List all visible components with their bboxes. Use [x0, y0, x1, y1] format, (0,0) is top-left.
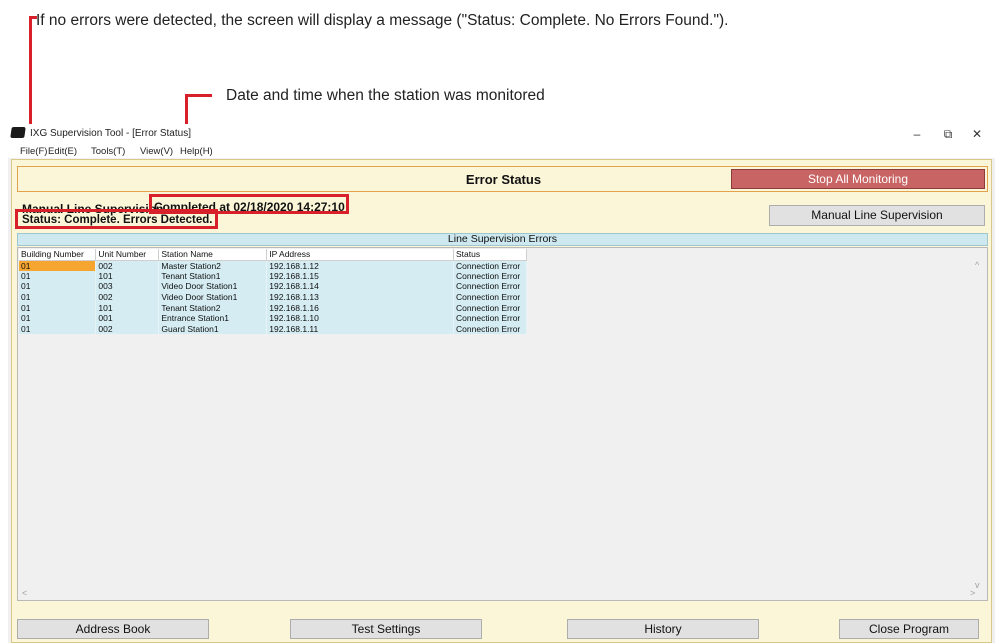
- cell-building[interactable]: 01: [19, 260, 97, 271]
- menu-edit[interactable]: Edit(E): [48, 146, 77, 157]
- timestamp-highlight-box: [149, 194, 349, 214]
- menu-file[interactable]: File(F): [20, 146, 47, 157]
- cell-building[interactable]: 01: [19, 291, 97, 303]
- table-row[interactable]: 01 002 Guard Station1 192.168.1.11 Conne…: [19, 323, 527, 335]
- cell-station[interactable]: Master Station2: [158, 260, 268, 271]
- menu-help[interactable]: Help(H): [180, 146, 213, 157]
- cell-unit[interactable]: 001: [95, 312, 160, 324]
- window-title: IXG Supervision Tool - [Error Status]: [30, 128, 191, 139]
- vertical-scrollbar[interactable]: ^ v: [973, 260, 985, 590]
- cell-unit[interactable]: 101: [95, 270, 160, 282]
- table-row[interactable]: 01 002 Video Door Station1 192.168.1.13 …: [19, 291, 527, 303]
- cell-building[interactable]: 01: [19, 281, 97, 292]
- cell-unit[interactable]: 002: [95, 323, 160, 335]
- cell-unit[interactable]: 003: [95, 281, 160, 292]
- cell-ip[interactable]: 192.168.1.15: [266, 270, 455, 282]
- column-header-building[interactable]: Building Number: [19, 249, 97, 261]
- cell-status[interactable]: Connection Error: [453, 270, 527, 282]
- table-header-row: Building Number Unit Number Station Name…: [19, 249, 527, 261]
- column-header-station[interactable]: Station Name: [158, 249, 268, 261]
- cell-building[interactable]: 01: [19, 270, 97, 282]
- table-row[interactable]: 01 101 Tenant Station1 192.168.1.15 Conn…: [19, 270, 527, 282]
- test-settings-button[interactable]: Test Settings: [290, 619, 482, 639]
- cell-station[interactable]: Tenant Station2: [158, 302, 268, 313]
- cell-unit[interactable]: 002: [95, 260, 160, 271]
- table-row[interactable]: 01 101 Tenant Station2 192.168.1.16 Conn…: [19, 302, 527, 313]
- annotation-line: [185, 94, 212, 97]
- cell-status[interactable]: Connection Error: [453, 260, 527, 271]
- manual-line-supervision-button[interactable]: Manual Line Supervision: [769, 205, 985, 226]
- scroll-down-icon[interactable]: v: [975, 580, 980, 590]
- cell-station[interactable]: Tenant Station1: [158, 270, 268, 282]
- stop-all-monitoring-button[interactable]: Stop All Monitoring: [731, 169, 985, 189]
- column-header-status[interactable]: Status: [453, 249, 527, 261]
- header-band: Error Status Stop All Monitoring: [17, 166, 988, 192]
- menu-tools[interactable]: Tools(T): [91, 146, 125, 157]
- close-program-button[interactable]: Close Program: [839, 619, 979, 639]
- column-header-unit[interactable]: Unit Number: [95, 249, 160, 261]
- cell-station[interactable]: Entrance Station1: [158, 312, 268, 324]
- table-row[interactable]: 01 002 Master Station2 192.168.1.12 Conn…: [19, 260, 527, 271]
- table-row[interactable]: 01 001 Entrance Station1 192.168.1.10 Co…: [19, 312, 527, 324]
- history-button[interactable]: History: [567, 619, 759, 639]
- cell-ip[interactable]: 192.168.1.12: [266, 260, 455, 271]
- cell-ip[interactable]: 192.168.1.10: [266, 312, 455, 324]
- scroll-right-icon[interactable]: >: [970, 588, 975, 598]
- line-supervision-errors-header: Line Supervision Errors: [17, 233, 988, 246]
- cell-station[interactable]: Video Door Station1: [158, 291, 268, 303]
- restore-icon[interactable]: ⧉: [934, 124, 962, 144]
- scroll-left-icon[interactable]: <: [22, 588, 27, 598]
- cell-unit[interactable]: 002: [95, 291, 160, 303]
- column-header-ip[interactable]: IP Address: [266, 249, 455, 261]
- close-icon[interactable]: ✕: [963, 124, 991, 144]
- cell-ip[interactable]: 192.168.1.16: [266, 302, 455, 313]
- address-book-button[interactable]: Address Book: [17, 619, 209, 639]
- cell-ip[interactable]: 192.168.1.14: [266, 281, 455, 292]
- cell-status[interactable]: Connection Error: [453, 312, 527, 324]
- minimize-icon[interactable]: –: [903, 124, 931, 144]
- main-content: Error Status Stop All Monitoring Manual …: [11, 159, 992, 643]
- cell-station[interactable]: Video Door Station1: [158, 281, 268, 292]
- cell-building[interactable]: 01: [19, 323, 97, 335]
- cell-status[interactable]: Connection Error: [453, 291, 527, 303]
- scroll-up-icon[interactable]: ^: [975, 260, 979, 270]
- table-row[interactable]: 01 003 Video Door Station1 192.168.1.14 …: [19, 281, 527, 292]
- cell-ip[interactable]: 192.168.1.13: [266, 291, 455, 303]
- title-bar: IXG Supervision Tool - [Error Status] – …: [8, 124, 995, 144]
- cell-building[interactable]: 01: [19, 302, 97, 313]
- cell-building[interactable]: 01: [19, 312, 97, 324]
- cell-unit[interactable]: 101: [95, 302, 160, 313]
- menu-view[interactable]: View(V): [140, 146, 173, 157]
- menu-bar: File(F) Edit(E) Tools(T) View(V) Help(H): [8, 144, 995, 158]
- annotation-datetime: Date and time when the station was monit…: [226, 87, 545, 104]
- cell-ip[interactable]: 192.168.1.11: [266, 323, 455, 335]
- annotation-no-errors: If no errors were detected, the screen w…: [36, 12, 729, 29]
- cell-status[interactable]: Connection Error: [453, 302, 527, 313]
- errors-table-area: Building Number Unit Number Station Name…: [17, 247, 988, 601]
- errors-table: Building Number Unit Number Station Name…: [19, 249, 527, 335]
- cell-station[interactable]: Guard Station1: [158, 323, 268, 335]
- cell-status[interactable]: Connection Error: [453, 281, 527, 292]
- cell-status[interactable]: Connection Error: [453, 323, 527, 335]
- app-icon: [10, 127, 26, 138]
